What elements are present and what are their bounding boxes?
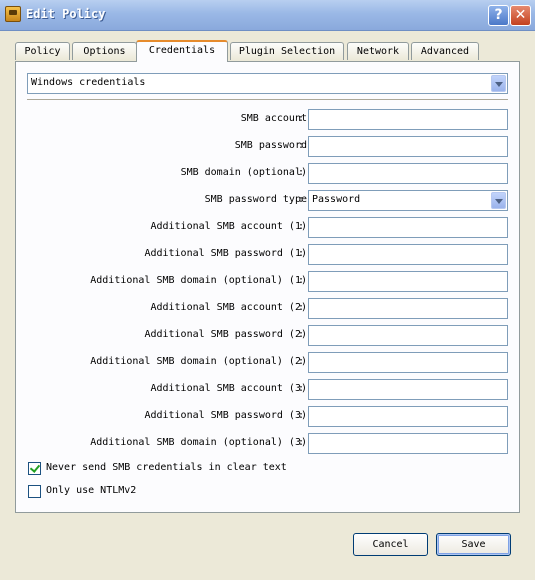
field-label: SMB password type bbox=[204, 194, 307, 205]
field-colon: : bbox=[298, 140, 305, 151]
chevron-down-icon[interactable] bbox=[491, 75, 506, 92]
field-additional-password-3: Additional SMB password (3) : bbox=[16, 406, 519, 427]
smb-account-input[interactable] bbox=[308, 109, 508, 130]
additional-domain-2-input[interactable] bbox=[308, 352, 508, 373]
additional-account-3-input[interactable] bbox=[308, 379, 508, 400]
field-additional-account-3: Additional SMB account (3) : bbox=[16, 379, 519, 400]
divider bbox=[27, 99, 508, 100]
smb-password-type-value: Password bbox=[312, 194, 361, 205]
window-title: Edit Policy bbox=[26, 7, 106, 21]
additional-domain-3-input[interactable] bbox=[308, 433, 508, 454]
field-additional-domain-1: Additional SMB domain (optional) (1) : bbox=[16, 271, 519, 292]
field-label: Additional SMB account (1) bbox=[150, 221, 307, 232]
help-button[interactable]: ? bbox=[488, 5, 509, 26]
additional-password-1-input[interactable] bbox=[308, 244, 508, 265]
additional-account-2-input[interactable] bbox=[308, 298, 508, 319]
credential-type-value: Windows credentials bbox=[31, 77, 146, 88]
app-icon bbox=[5, 6, 21, 22]
field-smb-password-type: SMB password type : Password bbox=[16, 190, 519, 211]
field-additional-domain-3: Additional SMB domain (optional) (3) : bbox=[16, 433, 519, 454]
additional-account-1-input[interactable] bbox=[308, 217, 508, 238]
field-label: SMB password bbox=[234, 140, 307, 151]
field-label: Additional SMB account (2) bbox=[150, 302, 307, 313]
field-label: Additional SMB password (3) bbox=[144, 410, 307, 421]
additional-password-2-input[interactable] bbox=[308, 325, 508, 346]
additional-domain-1-input[interactable] bbox=[308, 271, 508, 292]
field-colon: : bbox=[298, 221, 305, 232]
question-mark-icon: ? bbox=[494, 7, 503, 23]
additional-password-3-input[interactable] bbox=[308, 406, 508, 427]
field-smb-domain: SMB domain (optional) : bbox=[16, 163, 519, 184]
field-colon: : bbox=[298, 302, 305, 313]
credential-type-select[interactable]: Windows credentials bbox=[27, 73, 508, 94]
field-label: Additional SMB domain (optional) (1) bbox=[90, 275, 307, 286]
field-label: Additional SMB domain (optional) (2) bbox=[90, 356, 307, 367]
title-bar: Edit Policy ? ✕ bbox=[0, 0, 535, 31]
tab-plugin-selection[interactable]: Plugin Selection bbox=[230, 42, 344, 60]
field-colon: : bbox=[298, 248, 305, 259]
field-colon: : bbox=[298, 383, 305, 394]
field-label: SMB domain (optional) bbox=[180, 167, 307, 178]
cancel-button[interactable]: Cancel bbox=[353, 533, 428, 556]
close-button[interactable]: ✕ bbox=[510, 5, 531, 26]
field-colon: : bbox=[298, 356, 305, 367]
field-colon: : bbox=[298, 437, 305, 448]
never-send-clear-text-checkbox[interactable] bbox=[28, 462, 41, 475]
tab-advanced[interactable]: Advanced bbox=[411, 42, 479, 60]
smb-password-type-select[interactable]: Password bbox=[308, 190, 508, 211]
field-label: Additional SMB account (3) bbox=[150, 383, 307, 394]
tab-network[interactable]: Network bbox=[347, 42, 409, 60]
field-colon: : bbox=[298, 410, 305, 421]
field-colon: : bbox=[298, 194, 305, 205]
close-icon: ✕ bbox=[514, 7, 527, 23]
only-ntlmv2-checkbox[interactable] bbox=[28, 485, 41, 498]
smb-password-input[interactable] bbox=[308, 136, 508, 157]
save-button[interactable]: Save bbox=[436, 533, 511, 556]
field-additional-password-1: Additional SMB password (1) : bbox=[16, 244, 519, 265]
smb-domain-input[interactable] bbox=[308, 163, 508, 184]
field-additional-password-2: Additional SMB password (2) : bbox=[16, 325, 519, 346]
never-send-clear-text-label[interactable]: Never send SMB credentials in clear text bbox=[46, 462, 287, 473]
chevron-down-icon[interactable] bbox=[491, 192, 506, 209]
field-colon: : bbox=[298, 113, 305, 124]
field-colon: : bbox=[298, 329, 305, 340]
field-colon: : bbox=[298, 275, 305, 286]
field-label: Additional SMB password (2) bbox=[144, 329, 307, 340]
field-smb-account: SMB account : bbox=[16, 109, 519, 130]
credentials-panel: Windows credentials SMB account : SMB pa… bbox=[15, 61, 520, 513]
field-smb-password: SMB password : bbox=[16, 136, 519, 157]
field-additional-account-2: Additional SMB account (2) : bbox=[16, 298, 519, 319]
tab-options[interactable]: Options bbox=[72, 42, 137, 60]
field-additional-domain-2: Additional SMB domain (optional) (2) : bbox=[16, 352, 519, 373]
only-ntlmv2-label[interactable]: Only use NTLMv2 bbox=[46, 485, 136, 496]
field-additional-account-1: Additional SMB account (1) : bbox=[16, 217, 519, 238]
field-label: Additional SMB password (1) bbox=[144, 248, 307, 259]
field-colon: : bbox=[298, 167, 305, 178]
tab-credentials[interactable]: Credentials bbox=[136, 40, 228, 62]
tab-policy[interactable]: Policy bbox=[15, 42, 70, 60]
field-label: Additional SMB domain (optional) (3) bbox=[90, 437, 307, 448]
